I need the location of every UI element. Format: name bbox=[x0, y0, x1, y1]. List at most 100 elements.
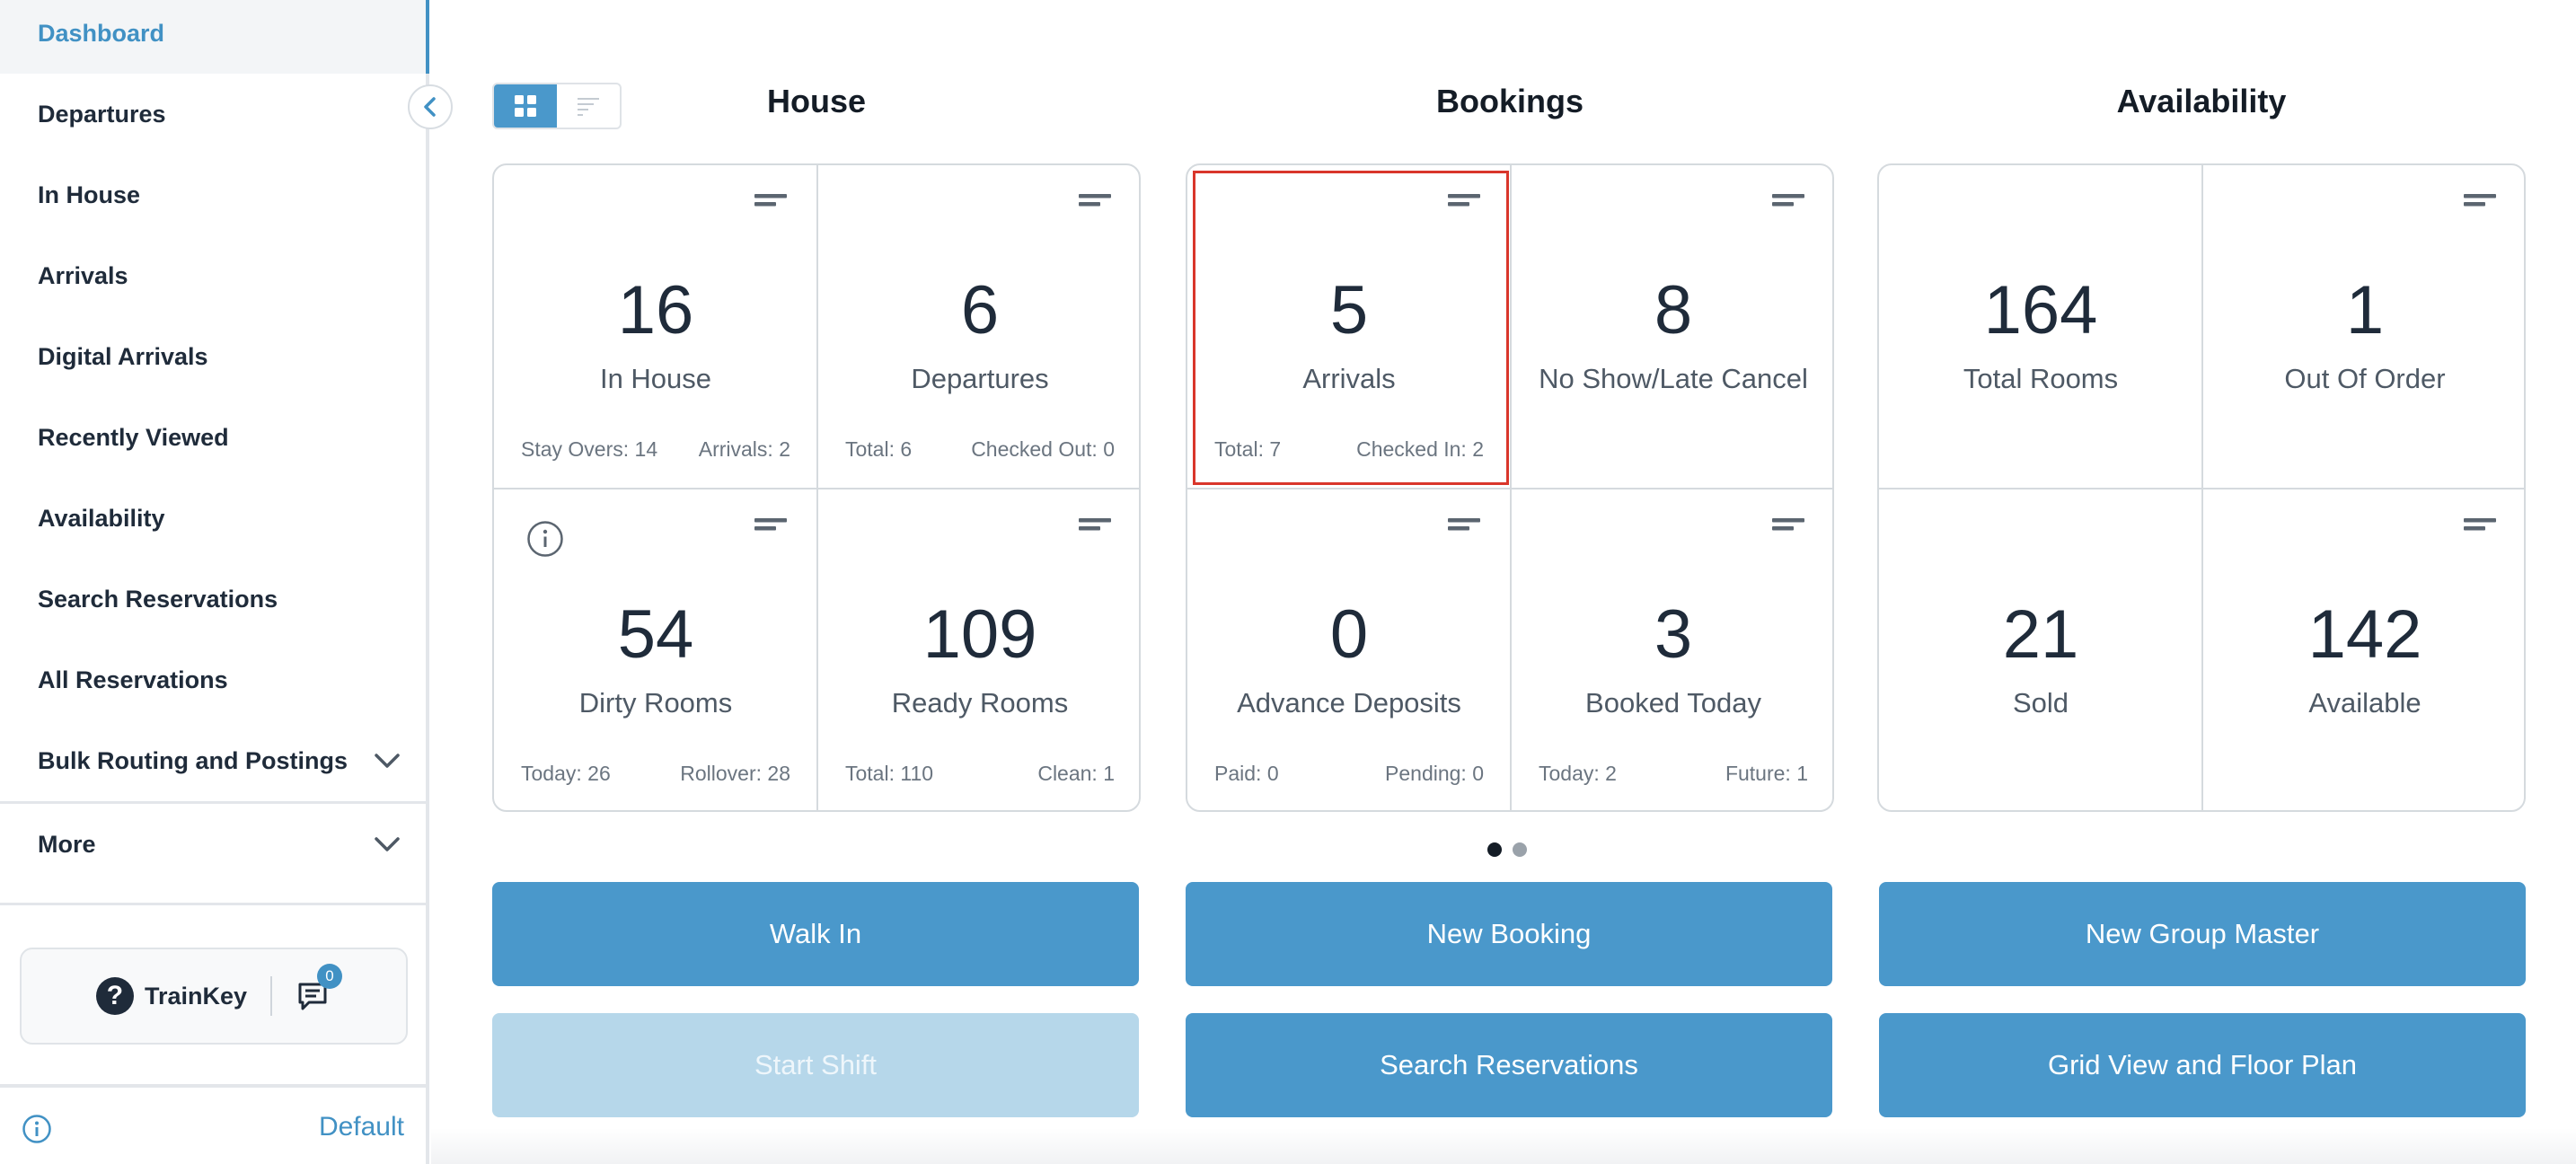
info-icon[interactable] bbox=[22, 1114, 52, 1144]
tile-menu-icon[interactable] bbox=[754, 516, 787, 540]
carousel-pagination bbox=[1487, 842, 1527, 857]
out-of-order-tile[interactable]: 1 Out Of Order bbox=[2203, 165, 2524, 489]
sidebar-item-in-house[interactable]: In House bbox=[0, 154, 426, 235]
tile-label: Booked Today bbox=[1585, 687, 1761, 719]
tile-value: 0 bbox=[1329, 596, 1369, 673]
tile-menu-icon[interactable] bbox=[1079, 516, 1111, 540]
sidebar-item-arrivals[interactable]: Arrivals bbox=[0, 235, 426, 316]
tile-value: 21 bbox=[2002, 596, 2079, 673]
in-house-tile[interactable]: 16 In House Stay Overs: 14 Arrivals: 2 bbox=[494, 165, 817, 489]
section-title-house: House bbox=[766, 83, 867, 119]
tile-sub-left: Paid: 0 bbox=[1214, 762, 1279, 785]
start-shift-button[interactable]: Start Shift bbox=[492, 1013, 1139, 1117]
sidebar-item-digital-arrivals[interactable]: Digital Arrivals bbox=[0, 316, 426, 397]
grid-view-floor-plan-button[interactable]: Grid View and Floor Plan bbox=[1879, 1013, 2526, 1117]
tile-divider bbox=[1879, 488, 2524, 489]
trainkey-label[interactable]: TrainKey bbox=[145, 983, 247, 1010]
sidebar-item-label: Arrivals bbox=[38, 261, 128, 289]
info-icon[interactable] bbox=[526, 520, 564, 558]
tile-value: 109 bbox=[922, 596, 1037, 673]
footer-divider bbox=[0, 1084, 426, 1088]
advance-deposits-tile[interactable]: 0 Advance Deposits Paid: 0 Pending: 0 bbox=[1187, 489, 1511, 810]
dirty-rooms-tile[interactable]: 54 Dirty Rooms Today: 26 Rollover: 28 bbox=[494, 489, 817, 810]
tile-menu-icon[interactable] bbox=[2464, 192, 2496, 216]
new-booking-button[interactable]: New Booking bbox=[1186, 882, 1832, 986]
tile-menu-icon[interactable] bbox=[1772, 192, 1804, 216]
tile-sub-right: Rollover: 28 bbox=[680, 762, 790, 785]
departures-tile[interactable]: 6 Departures Total: 6 Checked Out: 0 bbox=[818, 165, 1139, 489]
tile-sub-left: Total: 6 bbox=[845, 437, 913, 461]
tile-label: No Show/Late Cancel bbox=[1539, 363, 1808, 394]
profile-default-link[interactable]: Default bbox=[319, 1112, 404, 1142]
tile-label: Available bbox=[2308, 687, 2422, 719]
sidebar-item-recently-viewed[interactable]: Recently Viewed bbox=[0, 397, 426, 478]
tile-sub-left: Stay Overs: 14 bbox=[521, 437, 658, 461]
sidebar-item-availability[interactable]: Availability bbox=[0, 478, 426, 559]
no-show-tile[interactable]: 8 No Show/Late Cancel bbox=[1512, 165, 1832, 489]
tile-value: 5 bbox=[1329, 272, 1369, 348]
available-tile[interactable]: 142 Available bbox=[2203, 489, 2524, 810]
sidebar-item-label: Digital Arrivals bbox=[38, 342, 208, 370]
availability-group: 164 Total Rooms 1 Out Of Order 21 Sold 1… bbox=[1877, 163, 2526, 812]
tile-sub-left: Today: 26 bbox=[521, 762, 611, 785]
total-rooms-tile[interactable]: 164 Total Rooms bbox=[1879, 165, 2202, 489]
tile-menu-icon[interactable] bbox=[1448, 516, 1480, 540]
sidebar-item-departures[interactable]: Departures bbox=[0, 74, 426, 154]
tile-value: 54 bbox=[617, 596, 694, 673]
tile-label: Out Of Order bbox=[2284, 363, 2446, 394]
tile-menu-icon[interactable] bbox=[1772, 516, 1804, 540]
carousel-dot-1[interactable] bbox=[1487, 842, 1502, 857]
sidebar-item-search-reservations[interactable]: Search Reservations bbox=[0, 559, 426, 639]
tile-menu-icon[interactable] bbox=[1079, 192, 1111, 216]
booked-today-tile[interactable]: 3 Booked Today Today: 2 Future: 1 bbox=[1512, 489, 1832, 810]
tile-sub-left: Total: 110 bbox=[845, 762, 934, 785]
sidebar-item-more[interactable]: More bbox=[0, 804, 426, 885]
ready-rooms-tile[interactable]: 109 Ready Rooms Total: 110 Clean: 1 bbox=[818, 489, 1139, 810]
trainkey-panel: ? TrainKey 0 bbox=[20, 948, 408, 1045]
sidebar: Dashboard Departures In House Arrivals D… bbox=[0, 0, 429, 1164]
tile-label: Dirty Rooms bbox=[578, 687, 733, 719]
bottom-shadow bbox=[431, 1128, 2576, 1164]
section-title-availability: Availability bbox=[2116, 83, 2287, 119]
sidebar-item-all-reservations[interactable]: All Reservations bbox=[0, 639, 426, 720]
tile-value: 142 bbox=[2307, 596, 2422, 673]
sidebar-item-label: In House bbox=[38, 181, 141, 208]
tile-menu-icon[interactable] bbox=[1448, 192, 1480, 216]
tile-sub-right: Arrivals: 2 bbox=[698, 437, 790, 461]
sidebar-item-label: Bulk Routing and Postings bbox=[38, 746, 348, 774]
messages-button[interactable]: 0 bbox=[296, 964, 343, 1014]
chevron-down-icon bbox=[375, 837, 400, 851]
tile-sub-left: Total: 7 bbox=[1214, 437, 1282, 461]
sidebar-item-label: More bbox=[38, 830, 96, 858]
help-icon[interactable]: ? bbox=[95, 977, 134, 1015]
tile-sub-right: Clean: 1 bbox=[1037, 762, 1115, 785]
house-group: 16 In House Stay Overs: 14 Arrivals: 2 6… bbox=[492, 163, 1141, 812]
tile-value: 1 bbox=[2345, 272, 2385, 348]
walk-in-button[interactable]: Walk In bbox=[492, 882, 1139, 986]
tile-menu-icon[interactable] bbox=[2464, 516, 2496, 540]
collapse-sidebar-button[interactable] bbox=[408, 84, 453, 129]
sidebar-item-bulk-routing[interactable]: Bulk Routing and Postings bbox=[0, 720, 426, 801]
tile-label: Total Rooms bbox=[1963, 363, 2119, 394]
tile-sub-right: Checked Out: 0 bbox=[971, 437, 1115, 461]
nav-divider bbox=[0, 903, 426, 905]
sidebar-item-label: Availability bbox=[38, 504, 165, 532]
new-group-master-button[interactable]: New Group Master bbox=[1879, 882, 2526, 986]
sidebar-item-label: All Reservations bbox=[38, 666, 228, 693]
bookings-group: 5 Arrivals Total: 7 Checked In: 2 8 No S… bbox=[1186, 163, 1834, 812]
search-reservations-button[interactable]: Search Reservations bbox=[1186, 1013, 1832, 1117]
tile-label: In House bbox=[599, 363, 712, 394]
arrivals-tile[interactable]: 5 Arrivals Total: 7 Checked In: 2 bbox=[1187, 165, 1511, 489]
message-count-badge: 0 bbox=[317, 964, 343, 989]
sidebar-item-dashboard[interactable]: Dashboard bbox=[0, 0, 429, 74]
tile-menu-icon[interactable] bbox=[754, 192, 787, 216]
sidebar-item-label: Search Reservations bbox=[38, 585, 278, 613]
tile-value: 16 bbox=[617, 272, 694, 348]
tile-sub-right: Future: 1 bbox=[1725, 762, 1808, 785]
tile-label: Ready Rooms bbox=[891, 687, 1069, 719]
carousel-dot-2[interactable] bbox=[1513, 842, 1527, 857]
sold-tile[interactable]: 21 Sold bbox=[1879, 489, 2202, 810]
divider bbox=[270, 976, 273, 1016]
tile-value: 3 bbox=[1654, 596, 1693, 673]
sidebar-item-label: Recently Viewed bbox=[38, 423, 229, 451]
